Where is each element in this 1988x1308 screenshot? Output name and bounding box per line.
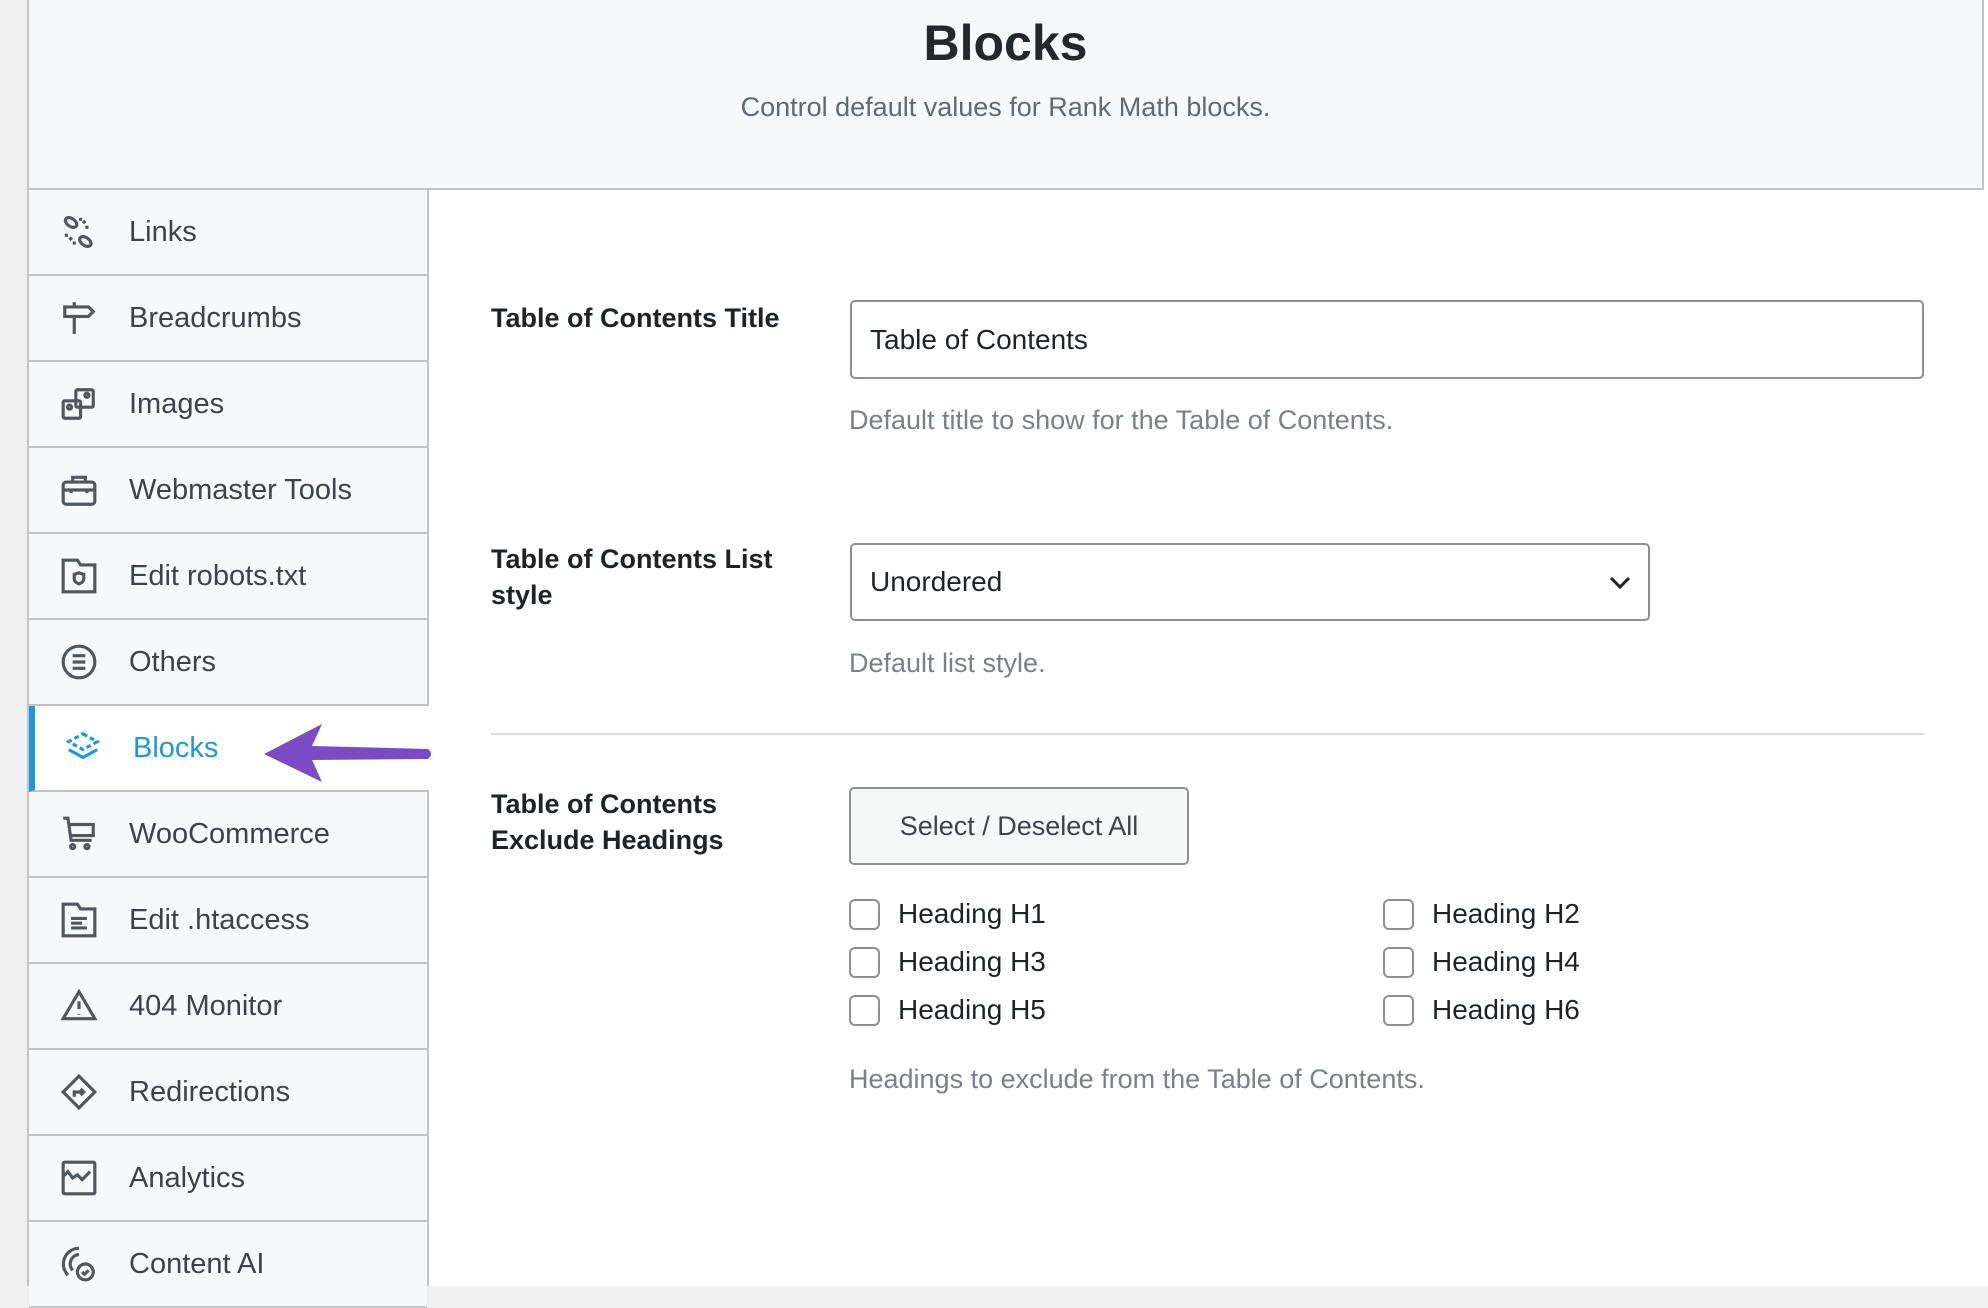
sidebar-item-label: Analytics — [129, 1161, 246, 1194]
toc-list-style-hint: Default list style. — [849, 648, 1046, 678]
checkbox[interactable] — [849, 898, 880, 930]
checkbox[interactable] — [1383, 898, 1414, 930]
toc-list-style-label: Table of Contents List style — [491, 544, 773, 610]
sidebar-item-404-monitor[interactable]: 404 Monitor — [29, 964, 427, 1050]
selected-value: Unordered — [870, 566, 1003, 597]
settings-panel: Blocks Control default values for Rank M… — [27, 0, 1988, 1308]
sidebar-item-redirections[interactable]: Redirections — [29, 1050, 427, 1136]
sidebar-item-label: Breadcrumbs — [129, 301, 302, 334]
checkbox-label: Heading H3 — [898, 946, 1046, 977]
checkbox-label: Heading H1 — [898, 898, 1046, 929]
sidebar-item-label: Edit .htaccess — [129, 903, 310, 936]
checkbox-heading-h3[interactable]: Heading H3 — [849, 946, 1046, 978]
blocks-icon — [63, 728, 103, 768]
toc-exclude-label: Table of Contents Exclude Headings — [491, 789, 724, 855]
chevron-down-icon — [1609, 576, 1631, 590]
page-header: Blocks Control default values for Rank M… — [29, 0, 1984, 190]
sidebar-item-label: Blocks — [133, 731, 219, 764]
links-icon — [59, 212, 99, 252]
file-text-icon — [59, 900, 99, 940]
list-circle-icon — [59, 642, 99, 682]
content-ai-icon — [59, 1244, 99, 1284]
checkbox[interactable] — [849, 946, 880, 978]
sidebar-item-label: WooCommerce — [129, 817, 330, 850]
sidebar-item-label: Content AI — [129, 1247, 265, 1280]
section-divider — [491, 733, 1924, 735]
checkbox-label: Heading H6 — [1432, 994, 1580, 1025]
warning-icon — [59, 986, 99, 1026]
checkbox-heading-h6[interactable]: Heading H6 — [1383, 994, 1580, 1026]
checkbox-heading-h1[interactable]: Heading H1 — [849, 898, 1046, 930]
sidebar-item-links[interactable]: Links — [29, 190, 427, 276]
sidebar-item-label: Images — [129, 387, 225, 420]
sidebar-item-woocommerce[interactable]: WooCommerce — [29, 792, 427, 878]
sidebar-item-images[interactable]: Images — [29, 362, 427, 448]
select-deselect-all-button[interactable]: Select / Deselect All — [849, 787, 1189, 865]
checkbox[interactable] — [1383, 994, 1414, 1026]
sidebar-item-label: 404 Monitor — [129, 989, 283, 1022]
sidebar-item-breadcrumbs[interactable]: Breadcrumbs — [29, 276, 427, 362]
redirect-icon — [59, 1072, 99, 1112]
sidebar-item-edit-robots[interactable]: Edit robots.txt — [29, 534, 427, 620]
sidebar-item-label: Webmaster Tools — [129, 473, 352, 506]
page-subtitle: Control default values for Rank Math blo… — [740, 92, 1271, 122]
checkbox-label: Heading H4 — [1432, 946, 1580, 977]
sidebar-item-label: Redirections — [129, 1075, 291, 1108]
sidebar-item-label: Others — [129, 645, 217, 678]
toc-title-hint: Default title to show for the Table of C… — [849, 405, 1394, 435]
folder-shield-icon — [59, 556, 99, 596]
annotation-arrow-icon — [264, 724, 431, 782]
sidebar-item-label: Links — [129, 215, 197, 248]
chart-icon — [59, 1158, 99, 1198]
cart-icon — [59, 814, 99, 854]
toolbox-icon — [59, 470, 99, 510]
sidebar-item-content-ai[interactable]: Content AI — [29, 1222, 427, 1308]
toc-list-style-select[interactable]: Unordered — [850, 543, 1650, 621]
images-icon — [59, 384, 99, 424]
sidebar-item-webmaster-tools[interactable]: Webmaster Tools — [29, 448, 427, 534]
signpost-icon — [59, 298, 99, 338]
checkbox-heading-h5[interactable]: Heading H5 — [849, 994, 1046, 1026]
page-title: Blocks — [923, 15, 1088, 71]
toc-exclude-hint: Headings to exclude from the Table of Co… — [849, 1064, 1425, 1094]
sidebar-item-others[interactable]: Others — [29, 620, 427, 706]
checkbox-heading-h2[interactable]: Heading H2 — [1383, 898, 1580, 930]
checkbox-label: Heading H2 — [1432, 898, 1580, 929]
sidebar-item-analytics[interactable]: Analytics — [29, 1136, 427, 1222]
checkbox-label: Heading H5 — [898, 994, 1046, 1025]
toc-title-input[interactable]: Table of Contents — [850, 300, 1924, 379]
toc-title-label: Table of Contents Title — [491, 303, 780, 333]
checkbox[interactable] — [849, 994, 880, 1026]
sidebar-item-label: Edit robots.txt — [129, 559, 307, 592]
sidebar-item-edit-htaccess[interactable]: Edit .htaccess — [29, 878, 427, 964]
checkbox[interactable] — [1383, 946, 1414, 978]
checkbox-heading-h4[interactable]: Heading H4 — [1383, 946, 1580, 978]
